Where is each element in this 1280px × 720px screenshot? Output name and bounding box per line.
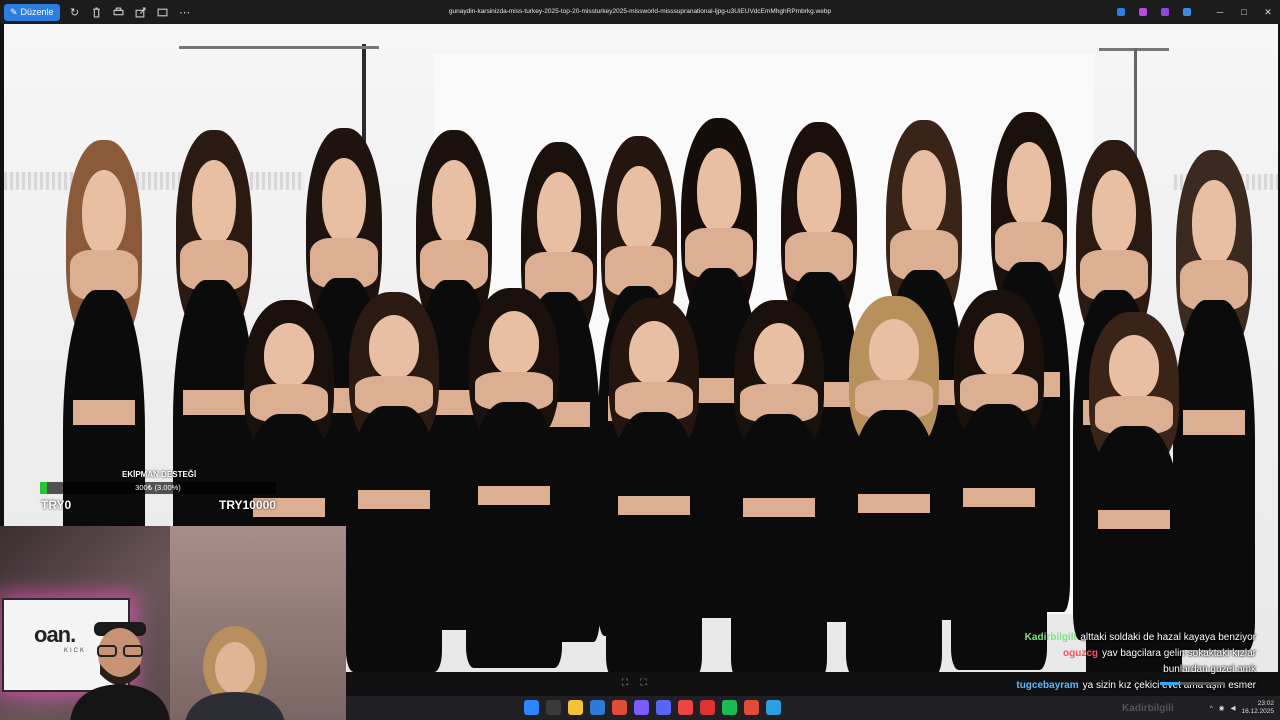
chat-message: bunlardan guzel amk: [956, 662, 1256, 678]
streamer-woman: [185, 626, 285, 720]
contestant: [929, 290, 1069, 670]
light-bar: [179, 46, 379, 49]
cloud-icon[interactable]: [1183, 8, 1191, 16]
edit-button-label: Düzenle: [20, 7, 54, 17]
contestant: [584, 298, 724, 672]
clock-date: 16.12.2025: [1241, 708, 1274, 715]
donation-goal-widget: EKİPMAN DESTEĞİ 300₺ (3.00%) TRY0 TRY100…: [36, 468, 286, 520]
streamer-man: [70, 622, 170, 720]
taskbar-app-icon[interactable]: [766, 700, 781, 715]
taskbar-app-icon[interactable]: [568, 700, 583, 715]
taskbar-app-icon[interactable]: [656, 700, 671, 715]
windows-taskbar: Kadirbilgili ^ ◉ ◀ 23:02 16.12.2025: [346, 696, 1280, 720]
chat-message-text: bunlardan guzel amk: [1163, 664, 1256, 675]
chat-message: oguzcg yav bagcilara gelin sokaktaki kızl…: [956, 646, 1256, 662]
chat-username-overlay: Kadirbilgili: [1122, 702, 1174, 714]
actual-size-icon[interactable]: ⛶: [640, 677, 646, 688]
fit-icon[interactable]: [152, 1, 174, 23]
designer-app-icon[interactable]: [1139, 8, 1147, 16]
editor-app-icon[interactable]: [1117, 8, 1125, 16]
viewer-zoom-controls: ⛶ ⛶: [622, 677, 647, 688]
start-button[interactable]: [524, 700, 539, 715]
contestant: [1064, 312, 1204, 672]
print-icon[interactable]: [108, 1, 130, 23]
donation-min-label: TRY0: [41, 498, 72, 512]
donation-max-label: TRY10000: [219, 498, 276, 512]
maximize-button[interactable]: □: [1232, 0, 1256, 24]
system-tray: Kadirbilgili ^ ◉ ◀ 23:02 16.12.2025: [1122, 696, 1274, 720]
taskbar-app-icon[interactable]: [678, 700, 693, 715]
volume-icon[interactable]: ◀: [1230, 704, 1235, 712]
delete-icon[interactable]: [86, 1, 108, 23]
viewer-toolbar: ✎ Düzenle ↻ ⋯ gunaydin-karsinizda-miss-t…: [0, 0, 1280, 24]
minimize-button[interactable]: ─: [1208, 0, 1232, 24]
network-icon[interactable]: ◉: [1219, 704, 1225, 712]
share-icon[interactable]: [130, 1, 152, 23]
chat-message: Kadirbilgili alttaki soldaki de hazal kay…: [956, 630, 1256, 646]
donation-title: EKİPMAN DESTEĞİ: [122, 470, 197, 479]
taskbar-app-icon[interactable]: [590, 700, 605, 715]
close-button[interactable]: ✕: [1256, 0, 1280, 24]
taskbar-clock[interactable]: 23:02 16.12.2025: [1241, 700, 1274, 716]
edit-icon: ✎: [10, 6, 18, 17]
chevron-up-icon[interactable]: ^: [1210, 705, 1213, 712]
toolbar-right: ─ □ ✕: [1110, 0, 1280, 24]
chat-username: tugcebayram: [1016, 680, 1079, 691]
clipchamp-app-icon[interactable]: [1161, 8, 1169, 16]
zoom-slider-fill: [1160, 682, 1180, 685]
more-icon[interactable]: ⋯: [174, 1, 196, 23]
chat-username: oguzcg: [1063, 648, 1099, 659]
taskbar-app-icon[interactable]: [700, 700, 715, 715]
taskbar-app-icon[interactable]: [612, 700, 627, 715]
chat-username: Kadirbilgili: [1024, 632, 1077, 643]
fit-screen-icon[interactable]: ⛶: [622, 677, 628, 688]
chat-message: tugcebayram ya sizin kız çekici evet ama …: [956, 678, 1256, 694]
chat-message-text: yav bagcilara gelin sokaktaki kızlar: [1102, 648, 1256, 659]
rotate-icon[interactable]: ↻: [64, 1, 86, 23]
donation-progress-bar: 300₺ (3.00%): [40, 482, 276, 494]
taskbar-app-icon[interactable]: [722, 700, 737, 715]
taskbar-apps: [524, 700, 781, 715]
edit-button[interactable]: ✎ Düzenle: [4, 3, 60, 21]
zoom-slider[interactable]: [1160, 682, 1224, 685]
webcam-overlay: oan. KICK: [0, 526, 346, 720]
chat-message-text: alttaki soldaki de hazal kayaya benziyor: [1080, 632, 1256, 643]
contestant: [444, 288, 584, 668]
clock-time: 23:02: [1257, 700, 1274, 707]
taskbar-app-icon[interactable]: [634, 700, 649, 715]
taskbar-app-icon[interactable]: [546, 700, 561, 715]
taskbar-app-icon[interactable]: [744, 700, 759, 715]
donation-amount: 300₺ (3.00%): [135, 483, 181, 492]
